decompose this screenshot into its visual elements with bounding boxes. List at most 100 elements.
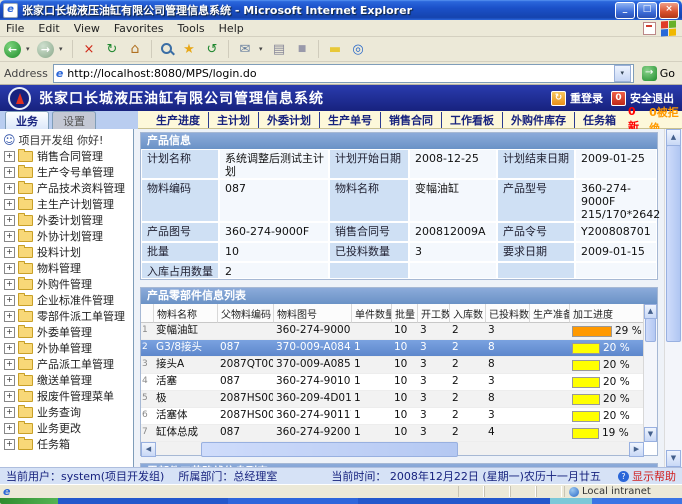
table-row[interactable]: 1 变幅油缸 360-274-9000F 10 3 2 3 29 %: [141, 323, 644, 340]
sidebar-item[interactable]: 报废件管理菜单: [0, 388, 133, 404]
expand-icon[interactable]: [4, 167, 15, 178]
column-header[interactable]: 生产准备: [529, 304, 569, 323]
tab-settings[interactable]: 设置: [52, 111, 96, 129]
tab-business[interactable]: 业务: [5, 111, 49, 129]
sidebar-item[interactable]: 业务查询: [0, 404, 133, 420]
column-header[interactable]: 开工数: [417, 304, 449, 323]
table-row[interactable]: 2 G3/8接头 087 370-009-A0840 1 10 3 2 8 20…: [141, 340, 644, 357]
address-dropdown-icon[interactable]: ▾: [614, 65, 631, 82]
expand-icon[interactable]: [4, 391, 15, 402]
sidebar-item[interactable]: 零部件派工单管理: [0, 308, 133, 324]
sidebar-item[interactable]: 产品派工单管理: [0, 356, 133, 372]
sidebar-item[interactable]: 外购件管理: [0, 276, 133, 292]
nav-item[interactable]: 外委计划: [258, 112, 319, 128]
sidebar-item[interactable]: 缴送单管理: [0, 372, 133, 388]
refresh-icon[interactable]: ↻: [103, 40, 121, 58]
show-help-link[interactable]: ? 显示帮助: [618, 468, 676, 484]
expand-icon[interactable]: [4, 439, 15, 450]
menu-item[interactable]: Help: [219, 22, 244, 35]
menu-item[interactable]: View: [74, 22, 100, 35]
table-row[interactable]: 7 缸体总成 087 360-274-9200F 1 10 3 2 4 19 %: [141, 425, 644, 442]
column-header[interactable]: 入库数: [449, 304, 485, 323]
tray-item[interactable]: [550, 498, 592, 504]
scroll-down-icon[interactable]: ▼: [644, 427, 657, 442]
sidebar-item[interactable]: 业务更改: [0, 420, 133, 436]
nav-item[interactable]: 工作看板: [441, 112, 502, 128]
sidebar-item[interactable]: 销售合同管理: [0, 148, 133, 164]
expand-icon[interactable]: [4, 359, 15, 370]
favorites-icon[interactable]: ★: [180, 40, 198, 58]
expand-icon[interactable]: [4, 263, 15, 274]
print-icon[interactable]: ▤: [270, 40, 288, 58]
table-row[interactable]: 3 接头A 2087QT002 370-009-A0850 1 10 3 2 8…: [141, 357, 644, 374]
expand-icon[interactable]: [4, 247, 15, 258]
column-header[interactable]: 已投料数: [485, 304, 529, 323]
expand-icon[interactable]: [4, 231, 15, 242]
address-input[interactable]: e http://localhost:8080/MPS/login.do ▾: [53, 64, 634, 83]
scroll-thumb[interactable]: [666, 145, 681, 342]
expand-icon[interactable]: [4, 151, 15, 162]
scroll-thumb[interactable]: [201, 442, 458, 457]
go-button[interactable]: → Go: [639, 66, 678, 81]
expand-icon[interactable]: [4, 183, 15, 194]
column-header[interactable]: 单件数量: [351, 304, 391, 323]
nav-item[interactable]: 生产单号: [319, 112, 380, 128]
expand-icon[interactable]: [4, 343, 15, 354]
sidebar-item[interactable]: 企业标准件管理: [0, 292, 133, 308]
sidebar-item[interactable]: 投料计划: [0, 244, 133, 260]
expand-icon[interactable]: [4, 407, 15, 418]
sidebar-item[interactable]: 物料管理: [0, 260, 133, 276]
notes-icon[interactable]: ▬: [326, 40, 344, 58]
expand-icon[interactable]: [4, 375, 15, 386]
nav-item[interactable]: 外购件库存: [502, 112, 574, 128]
nav-item[interactable]: 任务箱: [574, 112, 624, 128]
expand-icon[interactable]: [4, 327, 15, 338]
start-button[interactable]: [0, 498, 58, 504]
relogin-button[interactable]: ↻ 重登录: [551, 90, 603, 106]
edit-icon[interactable]: ■: [293, 40, 311, 58]
scroll-thumb[interactable]: [645, 318, 656, 342]
mail-icon[interactable]: ✉: [236, 40, 254, 58]
sidebar-item[interactable]: 产品技术资料管理: [0, 180, 133, 196]
sidebar-item[interactable]: 生产令号单管理: [0, 164, 133, 180]
horizontal-scrollbar[interactable]: ◀ ▶: [141, 442, 644, 455]
page-vertical-scrollbar[interactable]: ▲ ▼: [664, 129, 682, 467]
maximize-button[interactable]: □: [637, 2, 657, 19]
mail-dropdown-icon[interactable]: ▾: [259, 45, 265, 53]
table-row[interactable]: 4 活塞 087 360-274-9010F 1 10 3 2 3 20 %: [141, 374, 644, 391]
home-icon[interactable]: ⌂: [126, 40, 144, 58]
menu-item[interactable]: Favorites: [114, 22, 164, 35]
forward-icon[interactable]: →: [37, 41, 54, 58]
expand-icon[interactable]: [4, 311, 15, 322]
scroll-up-icon[interactable]: ▲: [644, 304, 657, 319]
nav-item[interactable]: 销售合同: [380, 112, 441, 128]
expand-icon[interactable]: [4, 215, 15, 226]
back-dropdown-icon[interactable]: ▾: [26, 45, 32, 53]
menu-item[interactable]: Tools: [178, 22, 205, 35]
back-icon[interactable]: ←: [4, 41, 21, 58]
nav-item[interactable]: 生产进度: [148, 112, 208, 128]
sidebar-item[interactable]: 任务箱: [0, 436, 133, 452]
expand-icon[interactable]: [4, 279, 15, 290]
table-row[interactable]: 5 极 2087HS002 360-209-4D010 1 10 3 2 8 2…: [141, 391, 644, 408]
scroll-down-icon[interactable]: ▼: [666, 450, 681, 467]
expand-icon[interactable]: [4, 423, 15, 434]
table-vertical-scrollbar[interactable]: ▲ ▼: [643, 304, 657, 442]
taskbar-item[interactable]: [58, 498, 228, 504]
search-icon[interactable]: [159, 41, 175, 57]
scroll-up-icon[interactable]: ▲: [666, 129, 681, 146]
nav-item[interactable]: 主计划: [208, 112, 258, 128]
sidebar-item[interactable]: 外协计划管理: [0, 228, 133, 244]
column-header[interactable]: 加工进度: [569, 304, 644, 323]
history-icon[interactable]: ↺: [203, 40, 221, 58]
forward-dropdown-icon[interactable]: ▾: [59, 45, 65, 53]
menu-item[interactable]: File: [6, 22, 24, 35]
scroll-right-icon[interactable]: ▶: [629, 442, 644, 457]
menu-item[interactable]: Edit: [38, 22, 59, 35]
sidebar-item[interactable]: 主生产计划管理: [0, 196, 133, 212]
taskbar-item[interactable]: [228, 498, 358, 504]
stop-icon[interactable]: ×: [80, 40, 98, 58]
expand-icon[interactable]: [4, 199, 15, 210]
column-header[interactable]: [141, 304, 153, 323]
scroll-left-icon[interactable]: ◀: [141, 442, 156, 457]
